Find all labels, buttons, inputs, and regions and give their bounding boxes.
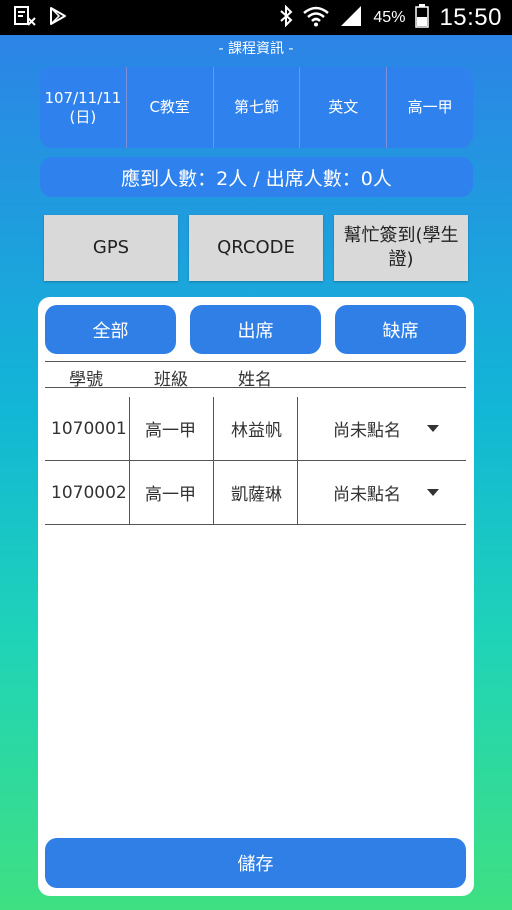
wifi-icon	[303, 5, 330, 31]
table-header-divider	[45, 387, 466, 388]
section-title: - 課程資訊 -	[218, 41, 294, 57]
column-divider	[129, 397, 130, 460]
column-divider	[213, 397, 214, 460]
column-divider	[297, 397, 298, 460]
row-divider	[45, 524, 466, 525]
course-period: 第七節	[214, 67, 301, 148]
qrcode-button[interactable]: QRCODE	[189, 215, 323, 281]
student-id-cell: 1070001	[51, 418, 127, 439]
column-divider	[213, 461, 214, 524]
play-store-icon	[48, 6, 68, 30]
dropdown-arrow-icon	[427, 425, 439, 432]
signal-icon	[339, 5, 363, 31]
student-id-cell: 1070002	[51, 482, 127, 503]
filter-present-button[interactable]: 出席	[190, 305, 321, 354]
dropdown-arrow-icon	[427, 489, 439, 496]
status-dropdown[interactable]: 尚未點名	[333, 397, 439, 460]
course-room: C教室	[127, 67, 214, 148]
help-checkin-button[interactable]: 幫忙簽到(學生證)	[334, 215, 468, 281]
screenshot-notification-icon	[14, 5, 36, 30]
class-cell: 高一甲	[145, 421, 196, 441]
column-divider	[297, 461, 298, 524]
name-cell: 林益帆	[231, 421, 282, 441]
filter-all-button[interactable]: 全部	[45, 305, 176, 354]
course-class: 高一甲	[407, 98, 453, 116]
gps-button[interactable]: GPS	[44, 215, 178, 281]
name-cell: 凱薩琳	[231, 485, 282, 505]
course-date: 107/11/11 (日)	[40, 67, 127, 148]
table-top-divider	[45, 361, 466, 362]
column-divider	[129, 461, 130, 524]
clock: 15:50	[439, 3, 502, 31]
status-bar: 45% 15:50	[0, 0, 512, 35]
status-value: 尚未點名	[333, 421, 401, 441]
battery-percent: 45%	[373, 8, 406, 26]
attendance-summary: 應到人數：2人 / 出席人數：0人	[40, 157, 473, 197]
bluetooth-icon	[279, 4, 293, 31]
class-cell: 高一甲	[145, 485, 196, 505]
course-subject: 英文	[300, 67, 388, 148]
status-value: 尚未點名	[333, 485, 401, 505]
course-info-bar: 107/11/11 (日) C教室 第七節 英文 高一甲	[40, 67, 473, 148]
course-weekday: (日)	[69, 107, 97, 126]
filter-absent-button[interactable]: 缺席	[335, 305, 466, 354]
attendance-panel: 全部 出席 缺席 學號 班級 姓名 1070001 高一甲 林益帆 尚未點名 1…	[38, 297, 474, 896]
status-dropdown[interactable]: 尚未點名	[333, 461, 439, 524]
battery-icon	[415, 3, 430, 32]
course-date-value: 107/11/11	[44, 88, 122, 107]
save-button[interactable]: 儲存	[45, 838, 466, 888]
